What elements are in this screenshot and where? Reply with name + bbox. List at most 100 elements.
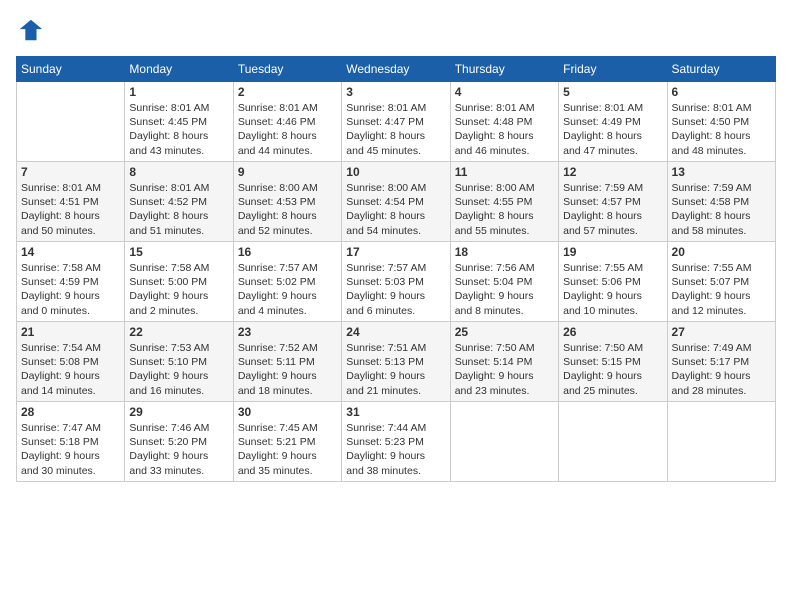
day-info: Sunrise: 8:00 AMSunset: 4:53 PMDaylight:… [238,181,337,238]
day-info: Sunrise: 7:56 AMSunset: 5:04 PMDaylight:… [455,261,554,318]
header-wednesday: Wednesday [342,57,450,82]
day-number: 6 [672,85,771,99]
logo-icon [16,16,44,44]
day-number: 10 [346,165,445,179]
calendar-week-row: 21 Sunrise: 7:54 AMSunset: 5:08 PMDayligh… [17,322,776,402]
day-info: Sunrise: 7:50 AMSunset: 5:14 PMDaylight:… [455,341,554,398]
day-info: Sunrise: 7:54 AMSunset: 5:08 PMDaylight:… [21,341,120,398]
day-number: 15 [129,245,228,259]
day-number: 13 [672,165,771,179]
day-number: 21 [21,325,120,339]
day-number: 23 [238,325,337,339]
day-number: 11 [455,165,554,179]
day-info: Sunrise: 7:58 AMSunset: 4:59 PMDaylight:… [21,261,120,318]
calendar-cell: 19 Sunrise: 7:55 AMSunset: 5:06 PMDayligh… [559,242,667,322]
calendar-week-row: 14 Sunrise: 7:58 AMSunset: 4:59 PMDayligh… [17,242,776,322]
header-friday: Friday [559,57,667,82]
day-number: 17 [346,245,445,259]
day-number: 29 [129,405,228,419]
day-info: Sunrise: 7:58 AMSunset: 5:00 PMDaylight:… [129,261,228,318]
day-number: 3 [346,85,445,99]
day-number: 9 [238,165,337,179]
day-info: Sunrise: 7:51 AMSunset: 5:13 PMDaylight:… [346,341,445,398]
calendar-cell: 16 Sunrise: 7:57 AMSunset: 5:02 PMDayligh… [233,242,341,322]
day-number: 18 [455,245,554,259]
day-number: 7 [21,165,120,179]
calendar-cell: 25 Sunrise: 7:50 AMSunset: 5:14 PMDayligh… [450,322,558,402]
calendar-cell [559,402,667,482]
day-number: 4 [455,85,554,99]
day-info: Sunrise: 8:01 AMSunset: 4:50 PMDaylight:… [672,101,771,158]
calendar-cell: 7 Sunrise: 8:01 AMSunset: 4:51 PMDaylight… [17,162,125,242]
day-info: Sunrise: 7:53 AMSunset: 5:10 PMDaylight:… [129,341,228,398]
day-info: Sunrise: 7:44 AMSunset: 5:23 PMDaylight:… [346,421,445,478]
calendar-cell: 18 Sunrise: 7:56 AMSunset: 5:04 PMDayligh… [450,242,558,322]
day-info: Sunrise: 8:01 AMSunset: 4:48 PMDaylight:… [455,101,554,158]
calendar-cell: 31 Sunrise: 7:44 AMSunset: 5:23 PMDayligh… [342,402,450,482]
calendar-cell [667,402,775,482]
day-info: Sunrise: 7:57 AMSunset: 5:03 PMDaylight:… [346,261,445,318]
day-info: Sunrise: 7:46 AMSunset: 5:20 PMDaylight:… [129,421,228,478]
day-info: Sunrise: 7:55 AMSunset: 5:06 PMDaylight:… [563,261,662,318]
calendar-cell: 30Sunrise: 7:45 AMSunset: 5:21 PMDayligh… [233,402,341,482]
day-number: 20 [672,245,771,259]
day-number: 27 [672,325,771,339]
calendar-cell: 1 Sunrise: 8:01 AMSunset: 4:45 PMDaylight… [125,82,233,162]
day-info: Sunrise: 8:01 AMSunset: 4:51 PMDaylight:… [21,181,120,238]
header-thursday: Thursday [450,57,558,82]
day-info: Sunrise: 8:00 AMSunset: 4:55 PMDaylight:… [455,181,554,238]
calendar-table: SundayMondayTuesdayWednesdayThursdayFrid… [16,56,776,482]
calendar-cell: 2Sunrise: 8:01 AMSunset: 4:46 PMDaylight… [233,82,341,162]
calendar-cell: 13Sunrise: 7:59 AMSunset: 4:58 PMDayligh… [667,162,775,242]
calendar-cell: 22 Sunrise: 7:53 AMSunset: 5:10 PMDayligh… [125,322,233,402]
day-info: Sunrise: 7:49 AMSunset: 5:17 PMDaylight:… [672,341,771,398]
calendar-cell: 3 Sunrise: 8:01 AMSunset: 4:47 PMDaylight… [342,82,450,162]
day-number: 30 [238,405,337,419]
day-number: 14 [21,245,120,259]
day-info: Sunrise: 8:00 AMSunset: 4:54 PMDaylight:… [346,181,445,238]
header-saturday: Saturday [667,57,775,82]
day-info: Sunrise: 7:52 AMSunset: 5:11 PMDaylight:… [238,341,337,398]
calendar-cell: 28 Sunrise: 7:47 AMSunset: 5:18 PMDayligh… [17,402,125,482]
calendar-cell: 20Sunrise: 7:55 AMSunset: 5:07 PMDayligh… [667,242,775,322]
day-number: 26 [563,325,662,339]
calendar-cell: 4 Sunrise: 8:01 AMSunset: 4:48 PMDaylight… [450,82,558,162]
calendar-cell: 26 Sunrise: 7:50 AMSunset: 5:15 PMDayligh… [559,322,667,402]
calendar-cell: 21 Sunrise: 7:54 AMSunset: 5:08 PMDayligh… [17,322,125,402]
calendar-week-row: 1 Sunrise: 8:01 AMSunset: 4:45 PMDaylight… [17,82,776,162]
calendar-cell: 6 Sunrise: 8:01 AMSunset: 4:50 PMDaylight… [667,82,775,162]
calendar-cell: 29 Sunrise: 7:46 AMSunset: 5:20 PMDayligh… [125,402,233,482]
day-number: 2 [238,85,337,99]
calendar-week-row: 28 Sunrise: 7:47 AMSunset: 5:18 PMDayligh… [17,402,776,482]
calendar-cell: 11 Sunrise: 8:00 AMSunset: 4:55 PMDayligh… [450,162,558,242]
calendar-cell: 23 Sunrise: 7:52 AMSunset: 5:11 PMDayligh… [233,322,341,402]
calendar-cell: 10 Sunrise: 8:00 AMSunset: 4:54 PMDayligh… [342,162,450,242]
logo [16,16,48,44]
day-info: Sunrise: 7:57 AMSunset: 5:02 PMDaylight:… [238,261,337,318]
day-number: 28 [21,405,120,419]
day-number: 22 [129,325,228,339]
day-info: Sunrise: 8:01 AMSunset: 4:49 PMDaylight:… [563,101,662,158]
calendar-header-row: SundayMondayTuesdayWednesdayThursdayFrid… [17,57,776,82]
calendar-cell [17,82,125,162]
calendar-cell: 5 Sunrise: 8:01 AMSunset: 4:49 PMDaylight… [559,82,667,162]
day-info: Sunrise: 7:47 AMSunset: 5:18 PMDaylight:… [21,421,120,478]
calendar-cell: 12Sunrise: 7:59 AMSunset: 4:57 PMDayligh… [559,162,667,242]
day-number: 16 [238,245,337,259]
day-info: Sunrise: 8:01 AMSunset: 4:45 PMDaylight:… [129,101,228,158]
day-number: 1 [129,85,228,99]
day-info: Sunrise: 7:50 AMSunset: 5:15 PMDaylight:… [563,341,662,398]
day-number: 19 [563,245,662,259]
calendar-cell: 9 Sunrise: 8:00 AMSunset: 4:53 PMDaylight… [233,162,341,242]
calendar-cell: 24 Sunrise: 7:51 AMSunset: 5:13 PMDayligh… [342,322,450,402]
day-info: Sunrise: 8:01 AMSunset: 4:52 PMDaylight:… [129,181,228,238]
day-number: 31 [346,405,445,419]
calendar-cell [450,402,558,482]
day-info: Sunrise: 8:01 AMSunset: 4:47 PMDaylight:… [346,101,445,158]
day-number: 24 [346,325,445,339]
day-number: 25 [455,325,554,339]
day-info: Sunrise: 7:59 AMSunset: 4:57 PMDaylight:… [563,181,662,238]
calendar-cell: 17 Sunrise: 7:57 AMSunset: 5:03 PMDayligh… [342,242,450,322]
header-sunday: Sunday [17,57,125,82]
day-number: 5 [563,85,662,99]
